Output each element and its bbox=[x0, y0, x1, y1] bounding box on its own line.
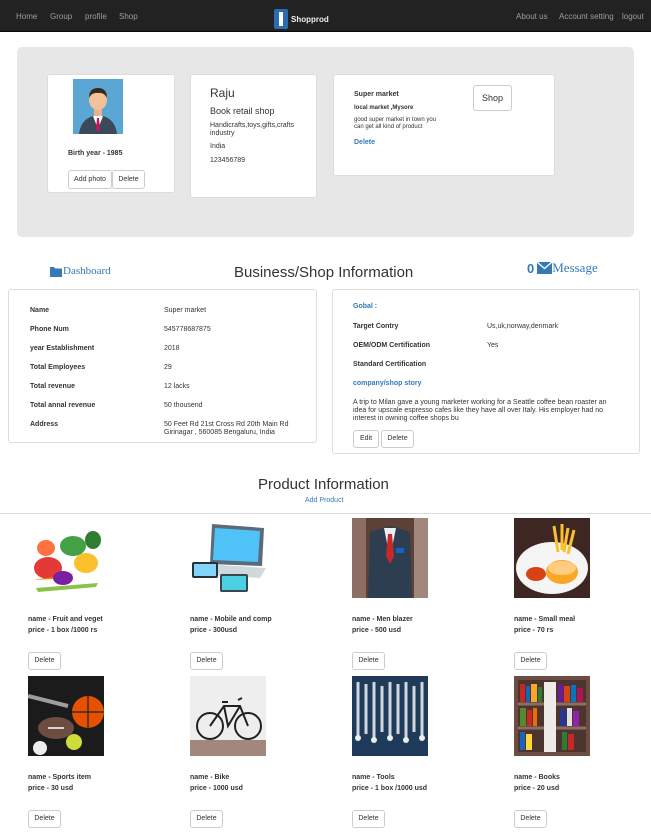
photo-card: Birth year - 1985 Add photo Delete bbox=[47, 74, 175, 193]
message-link[interactable]: 0 Message bbox=[527, 259, 598, 277]
user-avatar-icon bbox=[73, 79, 123, 134]
product-price: price - 300usd bbox=[190, 627, 238, 634]
business-info-panel: Name Super market Phone Num 545778687875… bbox=[8, 289, 317, 443]
folder-icon bbox=[50, 266, 62, 277]
divider bbox=[0, 513, 651, 514]
product-name: name - Bike bbox=[190, 774, 230, 781]
business-info-title: Business/Shop Information bbox=[234, 264, 414, 281]
product-info-title: Product Information bbox=[258, 476, 389, 493]
edit-button[interactable]: Edit bbox=[353, 430, 379, 448]
books-image bbox=[514, 676, 590, 756]
product-price: price - 1000 usd bbox=[190, 785, 243, 792]
nav-shop[interactable]: Shop bbox=[119, 12, 138, 21]
product-name: name - Men blazer bbox=[352, 616, 413, 623]
add-product-link[interactable]: Add Product bbox=[305, 497, 344, 504]
avatar bbox=[73, 79, 123, 134]
product-name: name - Tools bbox=[352, 774, 395, 781]
message-count: 0 bbox=[527, 260, 535, 276]
delete-product-button[interactable]: Delete bbox=[514, 810, 547, 828]
field-label: year Establishment bbox=[30, 345, 95, 352]
field-label: Total revenue bbox=[30, 383, 75, 390]
global-heading: Gobal : bbox=[353, 303, 378, 310]
product-name: name - Mobile and comp bbox=[190, 616, 272, 623]
field-label: Address bbox=[30, 421, 59, 428]
navbar: Home Group profile Shop Shopprod About u… bbox=[0, 0, 651, 32]
blazer-image bbox=[352, 518, 428, 598]
bike-image bbox=[190, 676, 266, 756]
story-heading: company/shop story bbox=[353, 380, 422, 387]
nav-profile[interactable]: profile bbox=[85, 12, 107, 21]
meal-image bbox=[514, 518, 590, 598]
nav-logout[interactable]: logout bbox=[622, 12, 644, 21]
field-value: 12 lacks bbox=[164, 383, 190, 390]
story-text: A trip to Milan gave a young marketer wo… bbox=[353, 399, 607, 422]
delete-product-button[interactable]: Delete bbox=[352, 652, 385, 670]
delete-product-button[interactable]: Delete bbox=[514, 652, 547, 670]
product-price: price - 30 usd bbox=[28, 785, 74, 792]
product-price: price - 1 box /1000 rs bbox=[28, 627, 98, 634]
devices-image bbox=[190, 518, 266, 598]
profile-section: Birth year - 1985 Add photo Delete Raju … bbox=[17, 47, 634, 237]
product-price: price - 1 box /1000 usd bbox=[352, 785, 428, 792]
delete-product-button[interactable]: Delete bbox=[28, 810, 61, 828]
global-info-panel: Gobal : Target Contry Us,uk,norway,denma… bbox=[332, 289, 640, 454]
product-price: price - 20 usd bbox=[514, 785, 560, 792]
field-label: Total Employees bbox=[30, 364, 86, 371]
delete-product-button[interactable]: Delete bbox=[190, 652, 223, 670]
product-price: price - 500 usd bbox=[352, 627, 402, 634]
field-label: Total annal revenue bbox=[30, 402, 96, 409]
store-location: local market ,Mysore bbox=[354, 105, 414, 111]
store-name: Super market bbox=[354, 91, 399, 98]
envelope-icon bbox=[537, 262, 553, 274]
store-card: Super market local market ,Mysore good s… bbox=[333, 74, 555, 176]
field-value: 29 bbox=[164, 364, 172, 371]
dashboard-label: Dashboard bbox=[63, 265, 111, 277]
field-value: 50 thousend bbox=[164, 402, 203, 409]
shop-button[interactable]: Shop bbox=[473, 85, 512, 111]
dashboard-link[interactable]: Dashboard bbox=[50, 264, 111, 278]
product-name: name - Sports item bbox=[28, 774, 92, 781]
tools-image bbox=[352, 676, 428, 756]
field-value: 2018 bbox=[164, 345, 180, 352]
owner-card: Raju Book retail shop Handicrafts,toys,g… bbox=[190, 74, 317, 198]
delete-photo-button[interactable]: Delete bbox=[112, 170, 145, 189]
add-photo-button[interactable]: Add photo bbox=[68, 170, 112, 189]
nav-account-setting[interactable]: Account setting bbox=[559, 12, 614, 21]
product-categories: Handicrafts,toys,gifts,crafts industry bbox=[210, 122, 295, 137]
product-name: name - Small meal bbox=[514, 616, 576, 623]
nav-home[interactable]: Home bbox=[16, 12, 37, 21]
product-name: name - Books bbox=[514, 774, 560, 781]
field-value: 545778687875 bbox=[164, 326, 211, 333]
target-country-label: Target Contry bbox=[353, 323, 399, 330]
vegetables-image bbox=[28, 518, 104, 598]
delete-product-button[interactable]: Delete bbox=[28, 652, 61, 670]
shop-type: Book retail shop bbox=[210, 106, 275, 116]
owner-country: India bbox=[210, 143, 226, 150]
standard-cert-label: Standard Certification bbox=[353, 361, 427, 368]
delete-button[interactable]: Delete bbox=[381, 430, 414, 448]
nav-about-us[interactable]: About us bbox=[516, 12, 548, 21]
delete-product-button[interactable]: Delete bbox=[352, 810, 385, 828]
sports-image bbox=[28, 676, 104, 756]
oem-value: Yes bbox=[487, 342, 499, 349]
birth-year: Birth year - 1985 bbox=[68, 150, 123, 157]
store-description: good super market in town you can get al… bbox=[354, 117, 437, 130]
field-label: Phone Num bbox=[30, 326, 69, 333]
product-name: name - Fruit and veget bbox=[28, 616, 103, 623]
brand-name: Shopprod bbox=[291, 14, 329, 24]
delete-product-button[interactable]: Delete bbox=[190, 810, 223, 828]
target-country-value: Us,uk,norway,denmark bbox=[487, 323, 559, 330]
field-value: Super market bbox=[164, 307, 207, 314]
store-delete-link[interactable]: Delete bbox=[354, 139, 375, 146]
nav-group[interactable]: Group bbox=[50, 12, 72, 21]
brand-logo[interactable]: Shopprod bbox=[274, 8, 329, 30]
message-label: Message bbox=[552, 260, 598, 275]
owner-name: Raju bbox=[210, 86, 235, 100]
product-price: price - 70 rs bbox=[514, 627, 554, 634]
address-value: 50 Feet Rd 21st Cross Rd 20th Main Rd Gi… bbox=[164, 421, 289, 436]
field-label: Name bbox=[30, 307, 50, 314]
oem-label: OEM/ODM Certification bbox=[353, 342, 431, 349]
logo-icon bbox=[274, 9, 288, 29]
owner-phone: 123456789 bbox=[210, 157, 246, 164]
